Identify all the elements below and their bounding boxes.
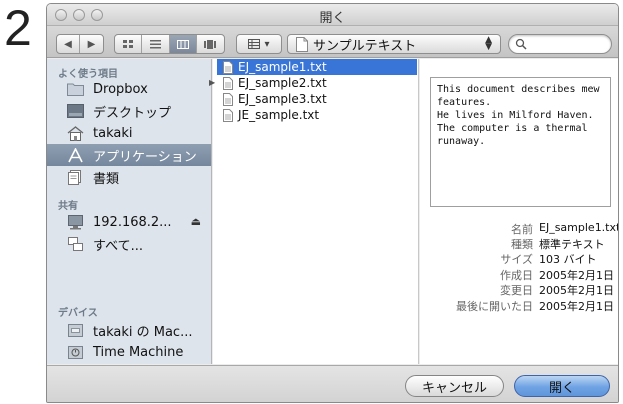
file-column: EJ_sample1.txt ▶ EJ_sample2.txt EJ_sampl… [209,59,419,364]
disclosure-triangle-icon: ▶ [209,78,216,87]
eject-icon[interactable]: ⏏ [191,215,201,228]
icon-view-button[interactable] [115,35,143,53]
info-row-modified: 変更日 2005年2月1日 0:34 [420,282,618,298]
file-row-ej-sample3[interactable]: EJ_sample3.txt [217,91,417,107]
file-row-je-sample[interactable]: JE_sample.txt [217,107,417,123]
home-icon [66,125,84,141]
preview-column: This document describes mew features. He… [420,59,619,364]
sidebar-item-server[interactable]: 192.168.2... ⏏ [47,211,211,233]
search-field[interactable] [508,34,612,54]
info-label: 種類 [511,238,533,251]
info-value: 標準テキスト [539,238,605,251]
sidebar-item-label: デスクトップ [93,105,172,121]
applications-icon [66,147,84,163]
text-file-icon [223,60,233,74]
info-value: 2005年2月1日 0:34 [539,300,618,313]
sidebar-item-label: Dropbox [93,81,148,97]
sidebar-item-all-network[interactable]: すべて... [47,233,211,255]
text-file-icon [223,108,233,122]
sidebar-item-desktop[interactable]: デスクトップ [47,100,211,122]
column-view-button[interactable] [169,35,197,53]
chevron-left-icon: ◀ [64,38,72,50]
chevron-down-icon: ▾ [264,38,270,50]
sidebar-item-time-machine[interactable]: Time Machine [47,341,211,363]
open-button[interactable]: 開く [514,375,610,397]
desktop-icon [66,103,84,119]
back-button[interactable]: ◀ [57,35,81,53]
file-preview: This document describes mew features. He… [430,77,611,207]
sidebar-item-label: Time Machine [93,344,184,360]
sidebar-item-label: アプリケーション [93,149,197,165]
list-view-button[interactable] [142,35,170,53]
info-label: 作成日 [500,269,533,282]
chevron-right-icon: ▶ [87,38,96,50]
info-row-kind: 種類 標準テキスト [420,236,618,252]
sidebar-item-label: すべて... [93,238,143,254]
info-value: EJ_sample1.txt [539,221,619,234]
title-bar: 開く [47,4,618,26]
sidebar-item-label: takaki の Mac... [93,324,193,340]
navigation-segmented-control: ◀ ▶ [56,34,104,54]
documents-icon [66,169,84,185]
toolbar: ◀ ▶ ▾ サンプルテキスト ▲ ▼ [47,26,618,58]
file-name: JE_sample.txt [238,108,320,122]
folder-icon [66,81,84,97]
search-icon [515,38,527,50]
sidebar-item-mac-disk[interactable]: takaki の Mac... [47,319,211,341]
list-view-icon [149,39,161,48]
info-value: 103 バイト [539,253,597,266]
arrange-menu-button[interactable]: ▾ [236,34,282,54]
sidebar-item-documents[interactable]: 書類 [47,166,211,188]
sidebar-item-label: 192.168.2... [93,214,172,230]
info-row-name: 名前 EJ_sample1.txt [420,221,619,237]
info-label: 最後に開いた日 [456,300,533,313]
file-name: EJ_sample3.txt [238,92,327,106]
info-label: 変更日 [500,284,533,297]
sidebar-header-devices: デバイス [58,308,98,319]
time-machine-icon [66,344,84,360]
step-number: 2 [4,0,32,56]
updown-arrows-icon: ▲ ▼ [485,35,492,52]
info-row-created: 作成日 2005年2月1日 0:34 [420,267,618,283]
sidebar-item-label: takaki [93,125,133,141]
info-row-last-opened: 最後に開いた日 2005年2月1日 0:34 [420,298,618,314]
document-icon [296,36,308,52]
icon-view-icon [122,39,133,48]
info-row-size: サイズ 103 バイト [420,251,618,267]
text-file-icon [223,76,233,90]
sidebar: よく使う項目 Dropbox デスクトップ takaki アプリケーション 書類… [47,59,212,364]
location-label: サンプルテキスト [313,38,417,54]
location-popup[interactable]: サンプルテキスト ▲ ▼ [287,34,501,54]
file-row-ej-sample2[interactable]: ▶ EJ_sample2.txt [209,75,417,91]
sidebar-item-home[interactable]: takaki [47,122,211,144]
sidebar-item-label: 書類 [93,171,120,187]
info-value: 2005年2月1日 0:34 [539,284,618,297]
file-name: EJ_sample1.txt [238,60,327,74]
network-icon [66,236,84,252]
info-label: 名前 [511,223,533,236]
sidebar-item-applications[interactable]: アプリケーション [47,144,211,166]
button-bar: キャンセル 開く [47,365,618,402]
file-name: EJ_sample2.txt [238,76,327,90]
text-file-icon [223,92,233,106]
coverflow-view-icon [204,39,217,49]
window-title: 開く [319,11,346,26]
forward-button[interactable]: ▶ [80,35,103,53]
open-dialog: 開く ◀ ▶ ▾ サンプルテキスト ▲ ▼ よく使う項目 Dropbox デスク… [46,3,619,403]
coverflow-view-button[interactable] [197,35,224,53]
server-icon [66,214,84,230]
disk-icon [66,322,84,338]
sidebar-header-shared: 共有 [58,201,78,212]
column-view-icon [176,39,189,49]
info-value: 2005年2月1日 0:34 [539,269,618,282]
info-label: サイズ [500,253,533,266]
view-mode-control [114,34,225,54]
arrange-grid-icon [248,39,261,49]
file-row-ej-sample1[interactable]: EJ_sample1.txt [217,59,417,75]
sidebar-item-dropbox[interactable]: Dropbox [47,78,211,100]
cancel-button[interactable]: キャンセル [405,375,504,397]
